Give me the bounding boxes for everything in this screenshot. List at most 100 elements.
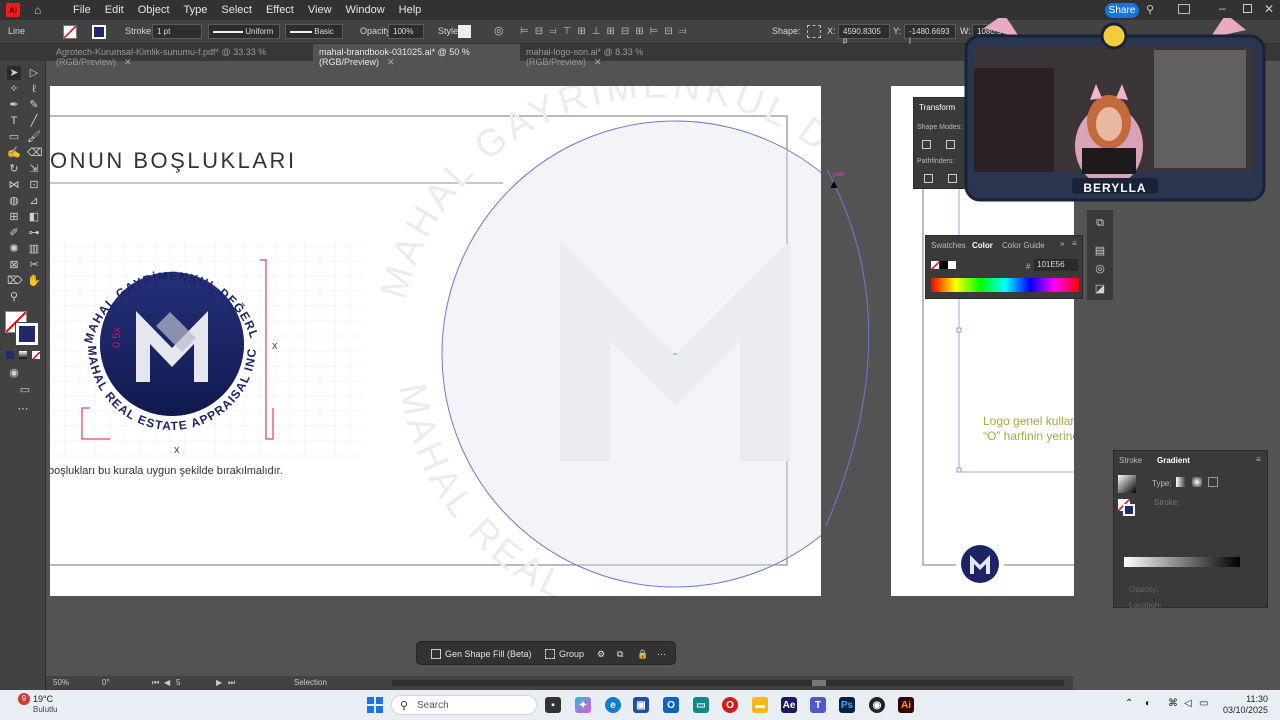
black-swatch[interactable]	[940, 261, 948, 269]
weather-desc[interactable]: Bulutlu	[33, 705, 57, 714]
horizontal-scrollbar[interactable]	[392, 680, 1064, 686]
distribute-top-icon[interactable]: ⊞	[606, 26, 614, 38]
recolor-icon[interactable]: ◎	[494, 24, 504, 37]
align-center-icon[interactable]: ⊟	[535, 26, 543, 38]
menu-window[interactable]: Window	[339, 4, 392, 16]
close-tab-icon[interactable]: ✕	[124, 57, 132, 67]
tab-mahal-logo[interactable]: mahal-logo-son.ai* @ 8.33 % (RGB/Preview…	[520, 44, 705, 67]
trim-icon[interactable]	[948, 174, 957, 183]
lasso-tool-icon[interactable]: ℓ	[27, 82, 41, 96]
type-tool-icon[interactable]: T	[7, 114, 21, 128]
clock-time[interactable]: 11:30	[1228, 694, 1268, 704]
gradient-slider[interactable]	[1124, 557, 1240, 567]
hand-tool-icon[interactable]: ✋	[27, 274, 41, 288]
minimize-icon[interactable]: –	[1219, 1, 1226, 15]
menu-select[interactable]: Select	[214, 4, 259, 16]
workspace-icon[interactable]	[1178, 4, 1190, 14]
appearance-panel-icon[interactable]: ◎	[1093, 262, 1107, 276]
opacity-field[interactable]: 100%	[388, 24, 424, 39]
screen-mode-icon[interactable]: ▭	[18, 383, 32, 397]
collapse-icon[interactable]: »	[1060, 239, 1064, 248]
menu-object[interactable]: Object	[131, 4, 177, 16]
close-tab-icon[interactable]: ✕	[387, 57, 395, 67]
rotation-value[interactable]: 0°	[102, 678, 110, 687]
gen-shape-fill-button[interactable]: Gen Shape Fill (Beta)	[431, 646, 532, 662]
volume-icon[interactable]: ◁	[1184, 698, 1192, 709]
x-field[interactable]: 4590.8305 p	[838, 24, 890, 45]
stroke-tab[interactable]: Stroke	[1119, 456, 1142, 465]
none-swatch[interactable]	[930, 261, 940, 271]
menu-effect[interactable]: Effect	[259, 4, 301, 16]
shaper-tool-icon[interactable]: ✍	[7, 146, 21, 160]
shape-builder-tool-icon[interactable]: ◍	[7, 194, 21, 208]
freeform-gradient-icon[interactable]	[1208, 477, 1218, 487]
y-field[interactable]: -1480.6693 j	[904, 24, 956, 45]
panel-menu-icon[interactable]: ≡	[1256, 455, 1261, 464]
clock-date[interactable]: 03/10/2025	[1222, 705, 1268, 715]
stroke-weight-field[interactable]: 1 pt	[152, 24, 202, 39]
artboard-number[interactable]: 5	[176, 678, 180, 687]
blend-tool-icon[interactable]: ⊶	[27, 226, 41, 240]
prev-artboard-icon[interactable]: ◀	[164, 678, 170, 687]
variable-width-profile[interactable]: Uniform	[208, 24, 280, 39]
group-button[interactable]: Group	[545, 646, 584, 662]
fill-swatch[interactable]	[63, 25, 77, 39]
free-transform-tool-icon[interactable]: ⊡	[27, 178, 41, 192]
menu-type[interactable]: Type	[177, 4, 215, 16]
menu-edit[interactable]: Edit	[98, 4, 131, 16]
menu-file[interactable]: File	[66, 4, 98, 16]
more-tools-icon[interactable]: ⋯	[16, 402, 30, 416]
gradient-stroke-swatch[interactable]	[1123, 504, 1135, 516]
copilot-icon[interactable]: ✦	[575, 697, 591, 713]
divide-icon[interactable]	[924, 174, 933, 183]
magic-wand-tool-icon[interactable]: ✧	[7, 82, 21, 96]
linear-gradient-icon[interactable]	[1176, 477, 1186, 487]
scroll-thumb[interactable]	[812, 680, 826, 686]
stroke-color-box[interactable]	[15, 322, 39, 346]
tab-agrotech[interactable]: Agrotech-Kurumsal-Kimlik-sunumu-f.pdf* @…	[50, 44, 313, 67]
network-icon[interactable]: ⌘	[1168, 698, 1178, 709]
slice-tool-icon[interactable]: ✂	[27, 258, 41, 272]
artboard-main[interactable]: MAHAL GAYRİMENKUL DEĞERLEME A.Ş. MAHAL R…	[50, 86, 821, 596]
selected-circle-path[interactable]	[441, 120, 821, 588]
maximize-icon[interactable]	[1243, 4, 1252, 13]
zoom-level[interactable]: 50%	[53, 678, 69, 687]
lock-icon[interactable]: 🔒	[637, 646, 648, 662]
width-tool-icon[interactable]: ⋈	[7, 178, 21, 192]
color-guide-tab[interactable]: Color Guide	[1002, 241, 1045, 250]
distribute-middle-icon[interactable]: ⊟	[621, 26, 629, 38]
battery-icon[interactable]: ▭	[1199, 698, 1208, 709]
brush-definition[interactable]: Basic	[285, 24, 343, 39]
curvature-tool-icon[interactable]: ✎	[27, 98, 41, 112]
color-spectrum[interactable]	[931, 278, 1079, 292]
align-left-icon[interactable]: ⊨	[520, 26, 529, 38]
scale-tool-icon[interactable]: ⇲	[27, 162, 41, 176]
mesh-tool-icon[interactable]: ⊞	[7, 210, 21, 224]
after-effects-icon[interactable]: Ae	[781, 697, 797, 713]
white-swatch[interactable]	[948, 261, 956, 269]
align-middle-icon[interactable]: ⊞	[577, 26, 585, 38]
edge-icon[interactable]: e	[605, 697, 621, 713]
windows-start-icon[interactable]	[367, 697, 383, 713]
last-artboard-icon[interactable]: ⏭	[228, 678, 235, 688]
illustrator-taskbar-icon[interactable]: Ai	[898, 697, 914, 713]
gradient-mode-icon[interactable]	[19, 351, 27, 359]
tab-mahal-brandbook[interactable]: mahal-brandbook-031025.ai* @ 50 % (RGB/P…	[313, 44, 520, 67]
gradient-tab[interactable]: Gradient	[1157, 456, 1190, 465]
panel-menu-icon[interactable]: ≡	[1072, 239, 1077, 248]
gradient-thumbnail[interactable]	[1118, 475, 1136, 493]
rectangle-tool-icon[interactable]: ▭	[7, 130, 21, 144]
obs-icon[interactable]: ◉	[869, 697, 885, 713]
eraser-tool-icon[interactable]: ⌫	[27, 146, 43, 160]
teams-icon[interactable]: T	[810, 697, 826, 713]
distribute-bottom-icon[interactable]: ⊞	[635, 26, 643, 38]
pen-tool-icon[interactable]: ✒	[7, 98, 21, 112]
draw-mode-icon[interactable]: ◉	[7, 366, 21, 380]
radial-gradient-icon[interactable]	[1192, 477, 1202, 487]
share-button[interactable]: Share	[1105, 3, 1139, 18]
eyedropper-tool-icon[interactable]: ✐	[7, 226, 21, 240]
none-mode-icon[interactable]	[31, 351, 41, 361]
minus-front-icon[interactable]	[946, 140, 955, 149]
layers-panel-icon[interactable]: ▤	[1093, 244, 1107, 258]
taskbar-search-box[interactable]: ⚲ Search	[391, 695, 537, 715]
